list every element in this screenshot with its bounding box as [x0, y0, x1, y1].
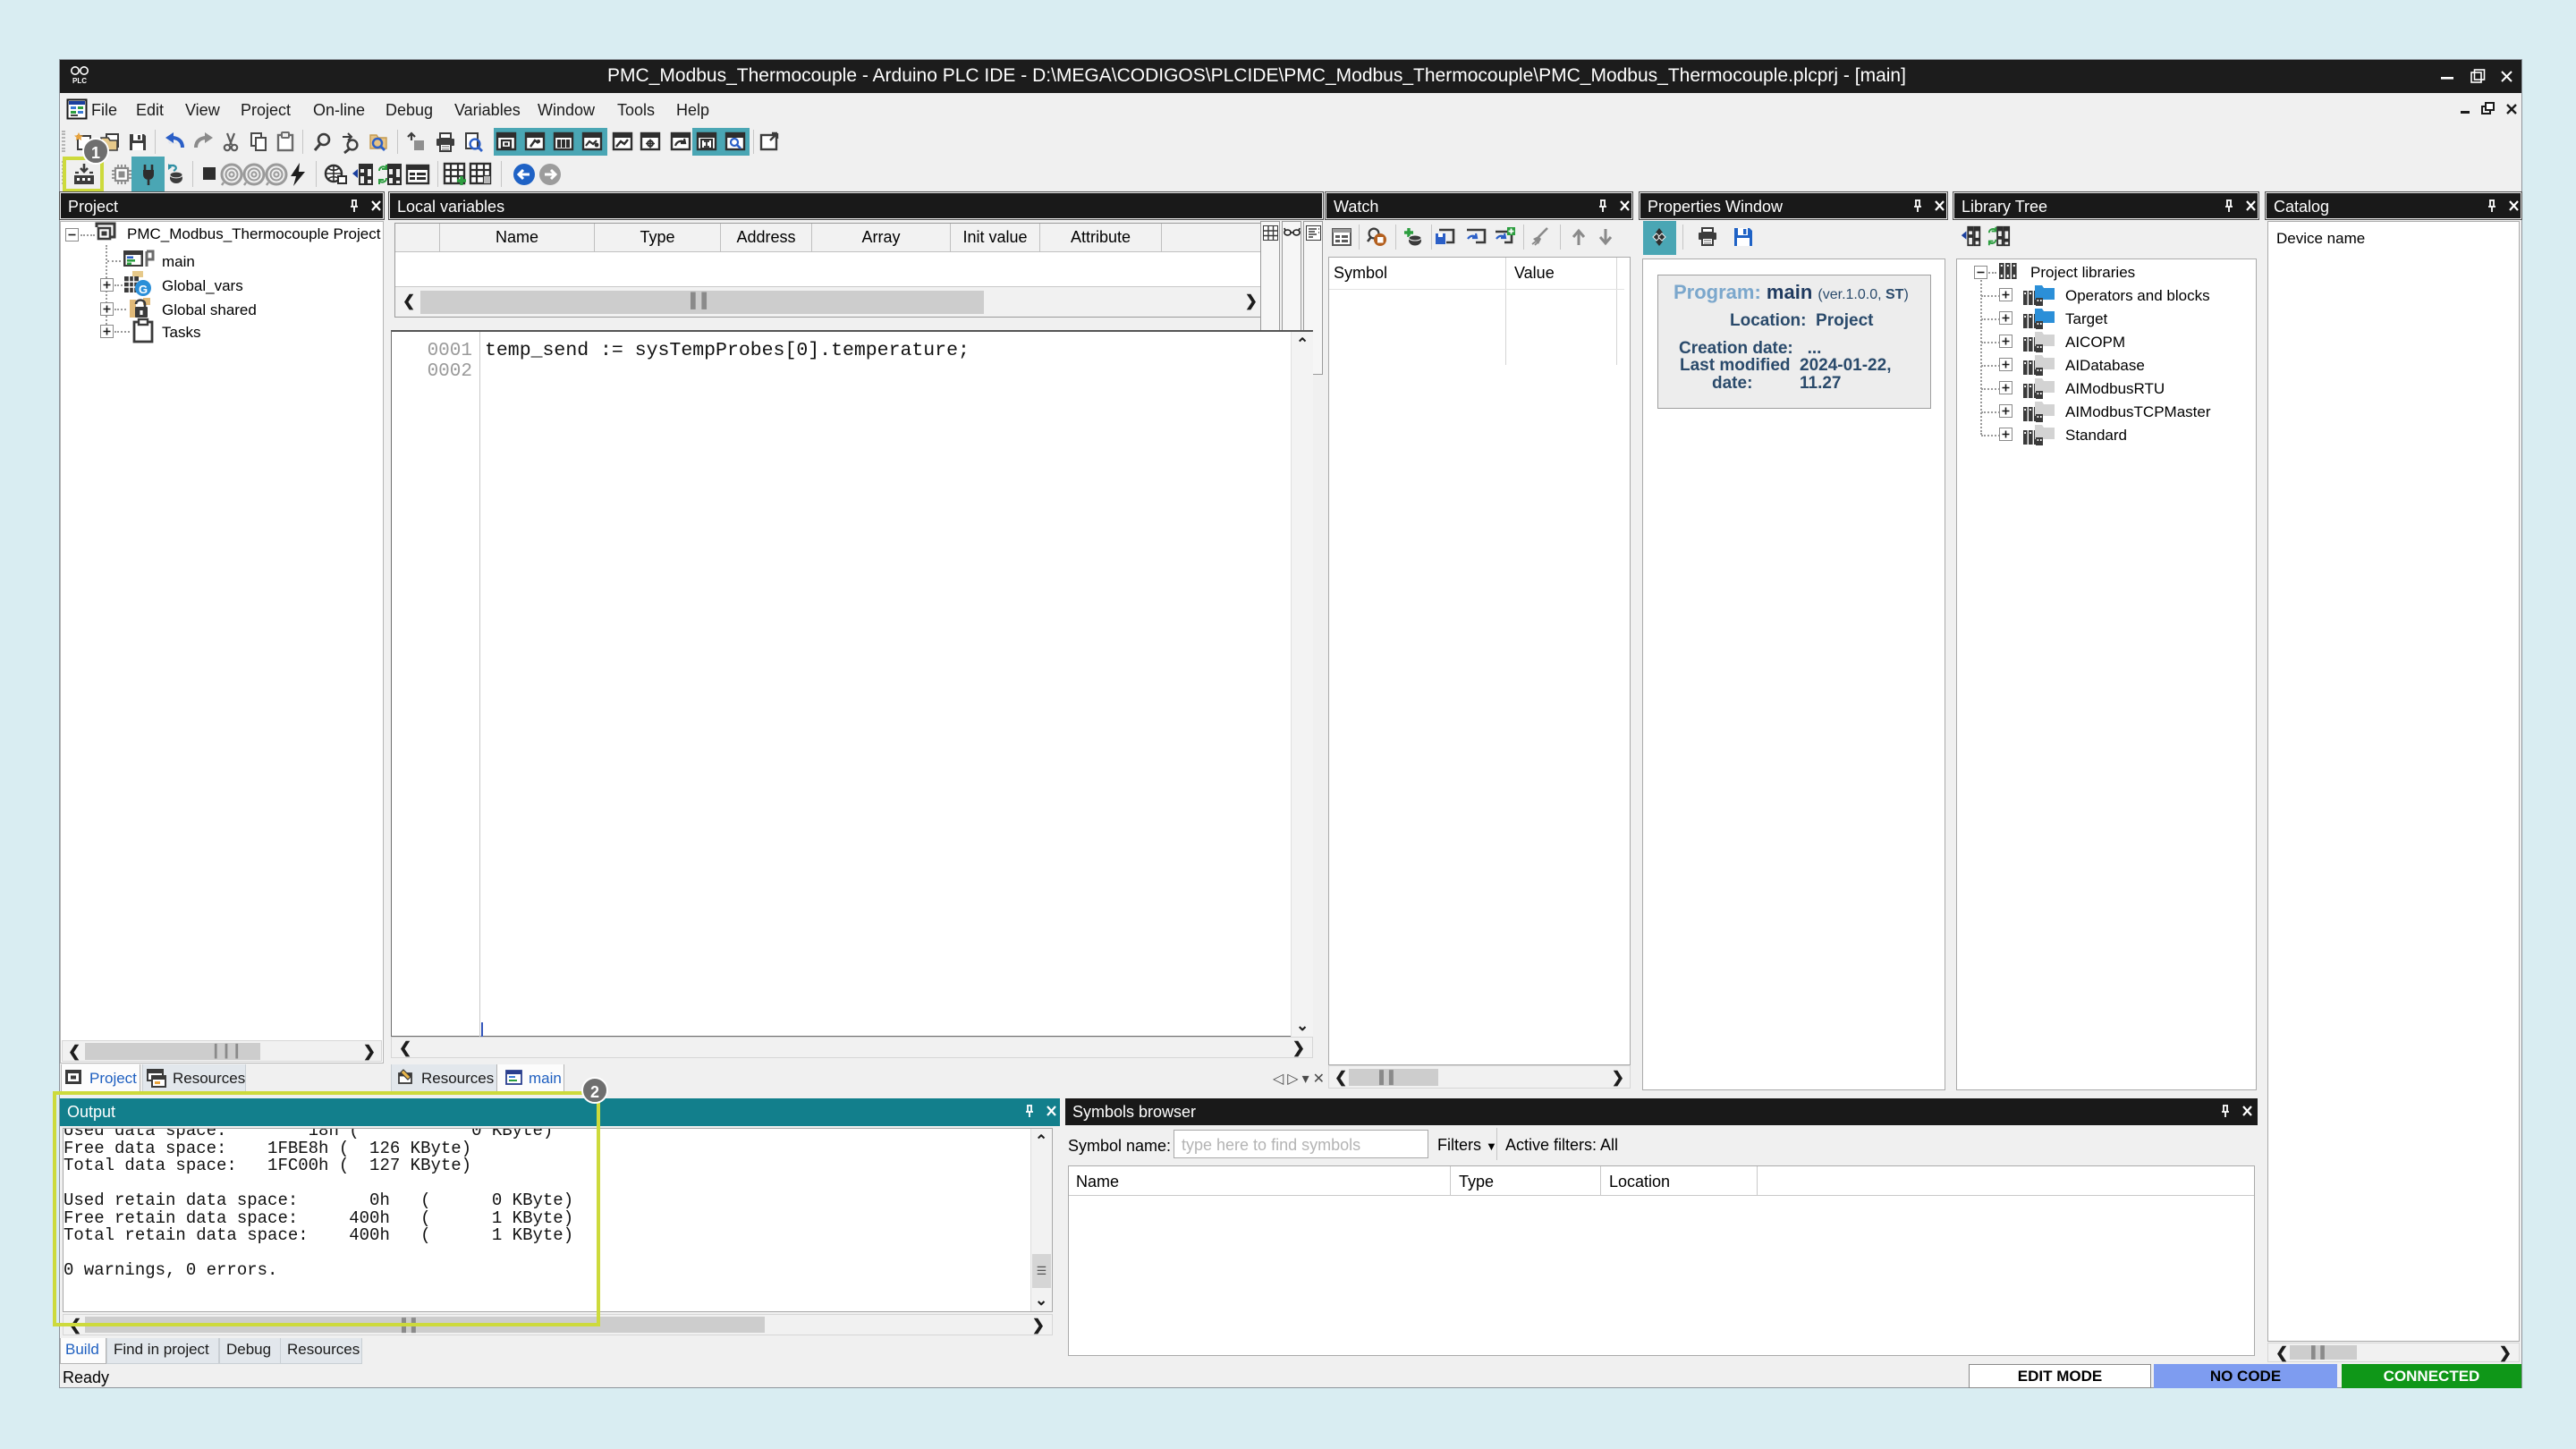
svg-text:PLC: PLC — [72, 77, 87, 85]
svg-text:G: G — [139, 283, 148, 296]
